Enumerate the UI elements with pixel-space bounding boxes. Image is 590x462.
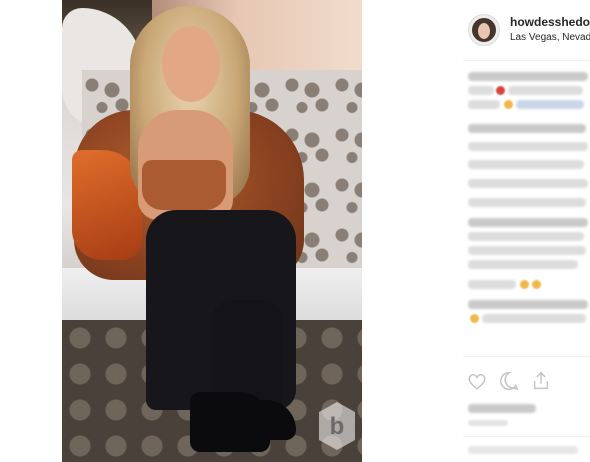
avatar[interactable]: [468, 14, 500, 46]
b-logo-icon: b: [319, 402, 355, 450]
comment-line: [468, 218, 588, 227]
likes-count[interactable]: [468, 404, 536, 413]
comment-line: [468, 142, 588, 151]
share-icon[interactable]: [530, 370, 552, 392]
comment-input[interactable]: [468, 446, 578, 454]
emoji-icon: [520, 280, 529, 289]
comment-line: [468, 300, 588, 309]
photo-face: [162, 26, 220, 102]
comment-line: [468, 124, 586, 133]
username-link[interactable]: howdesshedoit: [510, 15, 590, 29]
action-bar: [466, 370, 552, 392]
photo-lace-top: [142, 160, 226, 210]
emoji-icon: [470, 314, 479, 323]
header-divider: [463, 60, 590, 61]
comment-line: [468, 280, 516, 289]
comment-line: [482, 314, 586, 323]
emoji-icon: [504, 100, 513, 109]
post-timestamp: [468, 420, 508, 426]
comment-icon[interactable]: [498, 370, 520, 392]
caption-line: [508, 86, 583, 95]
heart-emoji-icon: [496, 86, 505, 95]
comment-line: [468, 160, 584, 169]
caption-link-line: [516, 100, 584, 109]
caption-line: [468, 86, 494, 95]
heart-icon[interactable]: [466, 370, 488, 392]
location-link[interactable]: Las Vegas, Nevada: [510, 32, 590, 43]
avatar-face: [478, 23, 490, 39]
comment-line: [468, 198, 586, 207]
comment-line: [468, 179, 588, 188]
post-photo[interactable]: b: [62, 0, 362, 462]
emoji-icon: [532, 280, 541, 289]
comment-line: [468, 246, 586, 255]
actions-divider: [463, 356, 590, 357]
caption-line: [468, 100, 500, 109]
comment-divider: [463, 436, 590, 437]
comment-line: [468, 232, 584, 241]
caption-line: [468, 72, 588, 81]
comment-line: [468, 260, 578, 269]
watermark-letter: b: [330, 413, 345, 440]
